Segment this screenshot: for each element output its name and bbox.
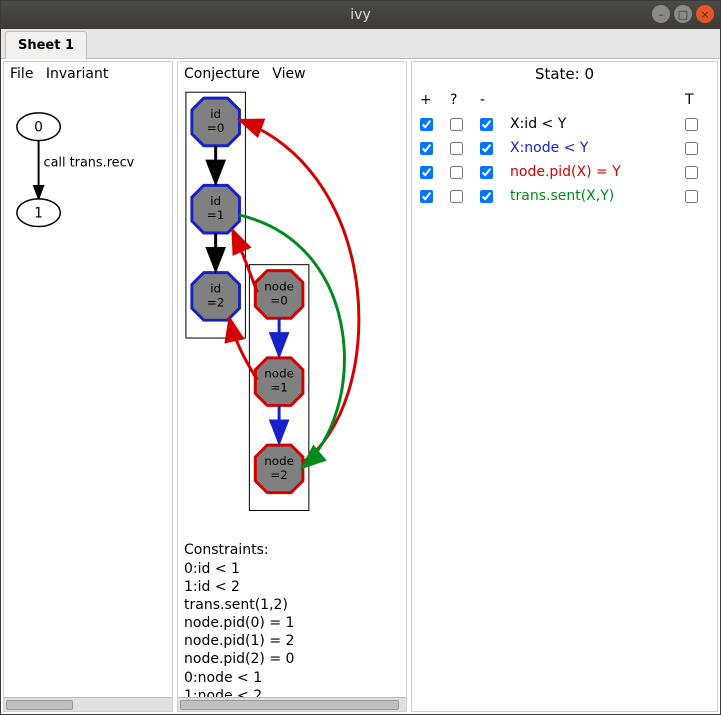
col-q: ? (450, 92, 480, 108)
relations-header: + ? - T (420, 88, 709, 112)
menu-file[interactable]: File (10, 66, 33, 82)
node-node-1-l2: =1 (270, 381, 288, 395)
rel-minus-checkbox[interactable] (480, 166, 493, 179)
rel-t-checkbox[interactable] (685, 190, 698, 203)
node-id-2-l2: =2 (207, 295, 225, 309)
rel-q-checkbox[interactable] (450, 118, 463, 131)
node-id-1-l1: id (210, 194, 221, 208)
constraint-line: node.pid(1) = 2 (184, 632, 294, 650)
menu-conjecture[interactable]: Conjecture (184, 66, 260, 82)
node-node-2-l2: =2 (270, 468, 288, 482)
state-header: State: 0 (412, 62, 717, 86)
node-node-0-l2: =0 (270, 293, 288, 307)
tab-label: Sheet 1 (18, 38, 74, 53)
menu-view[interactable]: View (272, 66, 305, 82)
mid-graph: id =0 id =1 id =2 node =0 no (178, 86, 406, 711)
rel-minus-checkbox[interactable] (480, 142, 493, 155)
menu-invariant[interactable]: Invariant (46, 66, 108, 82)
trace-node-1-label: 1 (34, 206, 43, 222)
relation-row: node.pid(X) = Y (420, 160, 709, 184)
left-menubar: File Invariant (4, 62, 172, 86)
rel-q-checkbox[interactable] (450, 190, 463, 203)
relation-row: trans.sent(X,Y) (420, 184, 709, 208)
trace-node-0-label: 0 (34, 120, 43, 136)
rel-plus-checkbox[interactable] (420, 142, 433, 155)
mid-pane: Conjecture View i (177, 61, 407, 712)
node-node-0-l1: node (264, 279, 294, 293)
col-plus: + (420, 92, 450, 108)
rel-plus-checkbox[interactable] (420, 118, 433, 131)
window-title: ivy (350, 7, 370, 23)
mid-scrollbar[interactable] (178, 697, 406, 711)
constraint-line: 0:node < 1 (184, 669, 294, 687)
mid-menubar: Conjecture View (178, 62, 406, 86)
window-maximize-button[interactable]: □ (674, 5, 692, 23)
node-id-0-l1: id (210, 107, 221, 121)
rel-q-checkbox[interactable] (450, 166, 463, 179)
constraints-heading: Constraints: (184, 541, 294, 559)
rel-t-checkbox[interactable] (685, 142, 698, 155)
rel-minus-checkbox[interactable] (480, 118, 493, 131)
node-id-0-l2: =0 (207, 121, 225, 135)
node-node-2-l1: node (264, 454, 294, 468)
node-id-1-l2: =1 (207, 208, 225, 222)
right-pane: State: 0 + ? - T X:id < Y (411, 61, 718, 712)
left-scrollbar[interactable] (4, 697, 172, 711)
col-minus: - (480, 92, 510, 108)
window-close-button[interactable]: × (696, 5, 714, 23)
tabstrip: Sheet 1 (1, 29, 720, 59)
titlebar: ivy – □ × (1, 1, 720, 29)
constraint-line: node.pid(0) = 1 (184, 614, 294, 632)
rel-t-checkbox[interactable] (685, 118, 698, 131)
relation-row: X:node < Y (420, 136, 709, 160)
edge-pid-1-2 (230, 318, 258, 379)
rel-t-checkbox[interactable] (685, 166, 698, 179)
constraint-line: node.pid(2) = 0 (184, 650, 294, 668)
node-id-2-l1: id (210, 281, 221, 295)
rel-plus-checkbox[interactable] (420, 190, 433, 203)
constraint-line: 0:id < 1 (184, 560, 294, 578)
rel-q-checkbox[interactable] (450, 142, 463, 155)
relation-row: X:id < Y (420, 112, 709, 136)
trace-edge-label: call trans.recv (44, 155, 135, 170)
relation-label[interactable]: X:id < Y (510, 116, 685, 132)
relations-table: + ? - T X:id < Y (412, 86, 717, 210)
relation-label[interactable]: trans.sent(X,Y) (510, 188, 685, 204)
rel-minus-checkbox[interactable] (480, 190, 493, 203)
relation-label[interactable]: node.pid(X) = Y (510, 164, 685, 180)
node-node-1-l1: node (264, 367, 294, 381)
window-minimize-button[interactable]: – (652, 5, 670, 23)
constraints-block: Constraints: 0:id < 1 1:id < 2 trans.sen… (184, 541, 294, 705)
rel-plus-checkbox[interactable] (420, 166, 433, 179)
edge-sent-1-2 (239, 215, 344, 468)
app-window: ivy – □ × Sheet 1 File Invariant (0, 0, 721, 715)
trace-graph-svg: 0 call trans.recv 1 (4, 86, 172, 711)
left-pane: File Invariant 0 call trans.recv 1 (3, 61, 173, 712)
window-controls: – □ × (652, 5, 714, 23)
relation-label[interactable]: X:node < Y (510, 140, 685, 156)
constraint-line: 1:id < 2 (184, 578, 294, 596)
content-area: File Invariant 0 call trans.recv 1 (1, 59, 720, 714)
tab-sheet-1[interactable]: Sheet 1 (5, 31, 87, 59)
col-t: T (685, 92, 709, 108)
left-graph: 0 call trans.recv 1 (4, 86, 172, 711)
constraint-line: trans.sent(1,2) (184, 596, 294, 614)
